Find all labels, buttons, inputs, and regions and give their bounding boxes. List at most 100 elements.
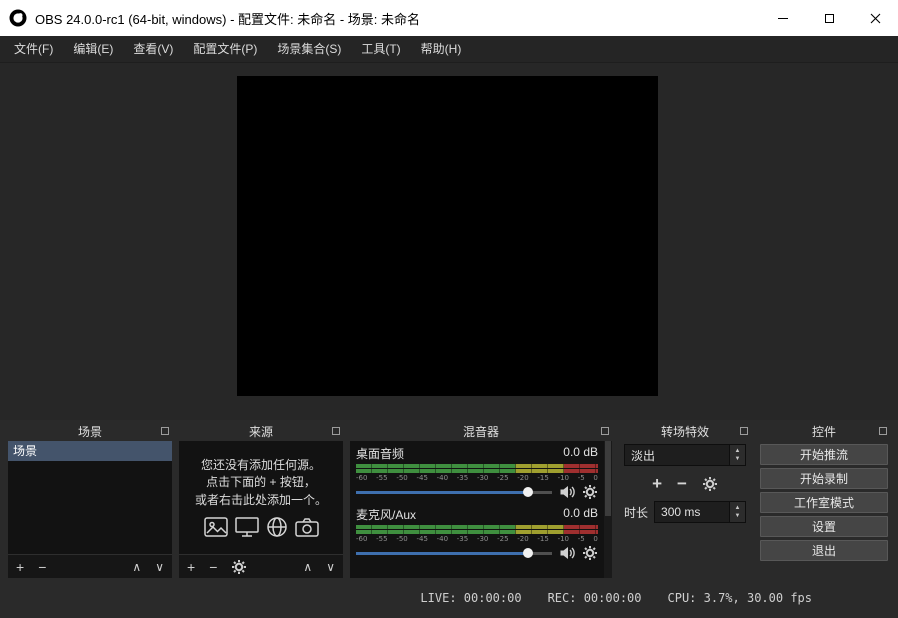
mixer-channel-mic-aux: 麦克风/Aux 0.0 dB -60-55-50-45-40-35-30-25-… (352, 504, 602, 565)
menu-profile[interactable]: 配置文件(P) (183, 36, 267, 62)
controls-body: 开始推流 开始录制 工作室模式 设置 退出 (758, 441, 890, 578)
preview-area (0, 63, 898, 420)
add-transition-icon[interactable]: + (652, 474, 662, 494)
dock-float-icon[interactable] (601, 427, 609, 435)
menu-file[interactable]: 文件(F) (4, 36, 63, 62)
spinbox-arrows-icon[interactable]: ▲ ▼ (729, 502, 745, 522)
mixer-channels: 桌面音频 0.0 dB -60-55-50-45-40-35-30-25-20-… (350, 441, 604, 578)
menu-edit[interactable]: 编辑(E) (63, 36, 123, 62)
slider-handle[interactable] (523, 487, 533, 497)
menubar: 文件(F) 编辑(E) 查看(V) 配置文件(P) 场景集合(S) 工具(T) … (0, 36, 898, 63)
meter-bar-right (356, 530, 598, 534)
transition-duration-row: 时长 300 ms ▲ ▼ (624, 501, 746, 523)
minimize-button[interactable] (760, 0, 806, 36)
slider-fill (356, 491, 528, 494)
exit-button[interactable]: 退出 (760, 540, 888, 561)
volume-slider[interactable] (356, 483, 552, 501)
controls-dock-title: 控件 (812, 423, 836, 440)
scene-list-item[interactable]: 场景 (8, 441, 172, 461)
menu-view[interactable]: 查看(V) (123, 36, 183, 62)
gear-icon[interactable] (582, 545, 598, 561)
mixer-channel-desktop-audio: 桌面音频 0.0 dB -60-55-50-45-40-35-30-25-20-… (352, 443, 602, 504)
close-icon (870, 13, 881, 24)
maximize-icon (825, 14, 834, 23)
sources-toolbar: + − ∧ ∨ (179, 554, 343, 578)
start-recording-button[interactable]: 开始录制 (760, 468, 888, 489)
window-controls (760, 0, 898, 36)
studio-mode-button[interactable]: 工作室模式 (760, 492, 888, 513)
mixer-dock: 混音器 桌面音频 0.0 dB (350, 422, 612, 578)
channel-name: 桌面音频 (356, 445, 404, 462)
remove-source-icon[interactable]: − (209, 560, 217, 574)
transitions-dock-title: 转场特效 (661, 423, 709, 440)
obs-logo (9, 9, 27, 27)
mixer-dock-header: 混音器 (350, 422, 612, 441)
browser-source-icon (265, 516, 289, 538)
duration-value: 300 ms (655, 505, 729, 519)
meter-tick-labels: -60-55-50-45-40-35-30-25-20-15-10-50 (356, 535, 598, 543)
move-source-down-icon[interactable]: ∨ (326, 561, 335, 573)
rec-time: REC: 00:00:00 (548, 591, 642, 605)
menu-scene-collection[interactable]: 场景集合(S) (267, 36, 351, 62)
cpu-fps-stats: CPU: 3.7%, 30.00 fps (668, 591, 813, 605)
sources-empty-line: 您还没有添加任何源。 (201, 457, 321, 474)
channel-level-db: 0.0 dB (563, 445, 598, 462)
sources-list: 您还没有添加任何源。 点击下面的 + 按钮， 或者右击此处添加一个。 (179, 441, 343, 554)
dock-float-icon[interactable] (879, 427, 887, 435)
transitions-dock: 转场特效 淡出 ▲ ▼ + − 时长 300 ms ▲ (619, 422, 751, 578)
scenes-dock-header: 场景 (8, 422, 172, 441)
move-scene-down-icon[interactable]: ∨ (155, 561, 164, 573)
speaker-icon[interactable] (559, 545, 575, 561)
menu-tools[interactable]: 工具(T) (351, 36, 410, 62)
volume-meter (356, 525, 598, 534)
live-time: LIVE: 00:00:00 (420, 591, 521, 605)
sources-empty-icons (203, 516, 320, 538)
gear-icon[interactable] (582, 484, 598, 500)
slider-handle[interactable] (523, 548, 533, 558)
add-scene-icon[interactable]: + (16, 560, 24, 574)
meter-tick-labels: -60-55-50-45-40-35-30-25-20-15-10-50 (356, 474, 598, 482)
dock-float-icon[interactable] (332, 427, 340, 435)
titlebar: OBS 24.0.0-rc1 (64-bit, windows) - 配置文件:… (0, 0, 898, 36)
meter-bar-left (356, 525, 598, 529)
source-properties-gear-icon[interactable] (231, 559, 247, 575)
transition-actions: + − (624, 474, 746, 494)
mixer-body: 桌面音频 0.0 dB -60-55-50-45-40-35-30-25-20-… (350, 441, 612, 578)
dock-float-icon[interactable] (740, 427, 748, 435)
minimize-icon (778, 18, 788, 19)
statusbar: LIVE: 00:00:00 REC: 00:00:00 CPU: 3.7%, … (0, 578, 898, 618)
channel-level-db: 0.0 dB (563, 506, 598, 523)
dock-float-icon[interactable] (161, 427, 169, 435)
sources-dock: 来源 您还没有添加任何源。 点击下面的 + 按钮， 或者右击此处添加一个。 (179, 422, 343, 578)
close-button[interactable] (852, 0, 898, 36)
mixer-scrollbar-thumb[interactable] (605, 441, 611, 516)
mixer-scrollbar[interactable] (604, 441, 612, 578)
duration-spinbox[interactable]: 300 ms ▲ ▼ (654, 501, 746, 523)
add-source-icon[interactable]: + (187, 560, 195, 574)
remove-scene-icon[interactable]: − (38, 560, 46, 574)
slider-fill (356, 552, 528, 555)
combo-arrows-icon[interactable]: ▲ ▼ (729, 445, 745, 465)
settings-button[interactable]: 设置 (760, 516, 888, 537)
display-source-icon (234, 516, 260, 538)
transitions-dock-header: 转场特效 (619, 422, 751, 441)
transition-selected-value: 淡出 (625, 447, 729, 464)
move-scene-up-icon[interactable]: ∧ (132, 561, 141, 573)
camera-source-icon (294, 516, 320, 538)
maximize-button[interactable] (806, 0, 852, 36)
remove-transition-icon[interactable]: − (677, 474, 687, 494)
controls-dock: 控件 开始推流 开始录制 工作室模式 设置 退出 (758, 422, 890, 578)
volume-slider[interactable] (356, 544, 552, 562)
window-title: OBS 24.0.0-rc1 (64-bit, windows) - 配置文件:… (35, 9, 420, 28)
mixer-dock-title: 混音器 (463, 423, 499, 440)
start-streaming-button[interactable]: 开始推流 (760, 444, 888, 465)
menu-help[interactable]: 帮助(H) (411, 36, 472, 62)
speaker-icon[interactable] (559, 484, 575, 500)
meter-bar-right (356, 469, 598, 473)
scenes-dock: 场景 场景 + − ∧ ∨ (8, 422, 172, 578)
transition-properties-gear-icon[interactable] (702, 476, 718, 492)
volume-meter (356, 464, 598, 473)
sources-empty-line: 或者右击此处添加一个。 (195, 492, 327, 509)
move-source-up-icon[interactable]: ∧ (303, 561, 312, 573)
transition-select[interactable]: 淡出 ▲ ▼ (624, 444, 746, 466)
